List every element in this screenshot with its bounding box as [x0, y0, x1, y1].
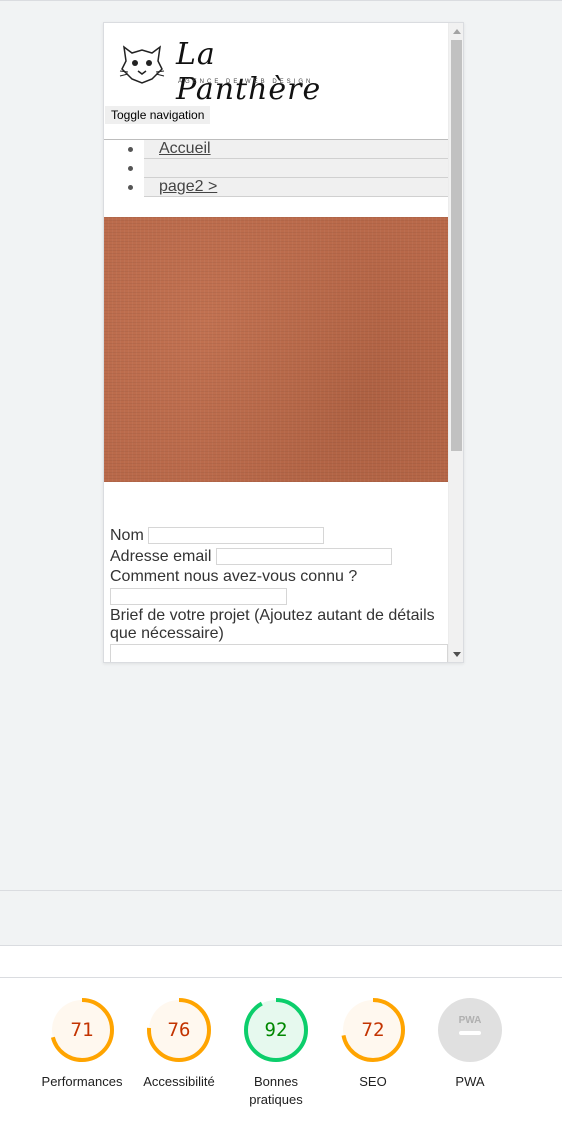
report-divider [0, 977, 562, 978]
site-logo[interactable]: La Panthère AGENCE DE WEB DESIGN [118, 37, 348, 107]
svg-text:PWA: PWA [459, 1015, 482, 1026]
devtools-toolbar [0, 890, 562, 919]
score-value: 72 [361, 1019, 385, 1041]
name-field[interactable] [148, 527, 324, 544]
panther-logo-icon [119, 45, 165, 84]
brief-label-line2: que nécessaire) [110, 625, 224, 642]
score-gauge-performances[interactable]: 71 Performances [32, 997, 132, 1091]
email-label: Adresse email [110, 548, 212, 565]
menu-item-empty [104, 159, 448, 178]
source-label: Comment nous avez-vous connu ? [110, 568, 358, 585]
score-value: 71 [70, 1019, 94, 1041]
preview-viewport[interactable]: La Panthère AGENCE DE WEB DESIGN Toggle … [104, 23, 448, 662]
score-gauge-bonnes-pratiques[interactable]: 92 Bonnes pratiques [226, 997, 326, 1109]
menu-link-box[interactable]: Accueil [144, 140, 448, 159]
menu-link-page2[interactable]: page2 > [159, 178, 217, 196]
toggle-navigation-button[interactable]: Toggle navigation [105, 106, 211, 124]
site-tagline: AGENCE DE WEB DESIGN [178, 79, 314, 85]
score-gauge-seo[interactable]: 72 SEO [323, 997, 423, 1091]
scroll-down-icon[interactable] [453, 652, 461, 657]
score-label-line1: Bonnes [253, 1074, 299, 1089]
menu-item-page2: page2 > [104, 178, 448, 197]
score-label: Performances [41, 1074, 123, 1089]
mobile-preview-frame: La Panthère AGENCE DE WEB DESIGN Toggle … [103, 22, 464, 663]
email-field[interactable] [216, 548, 392, 565]
score-value: 92 [264, 1019, 288, 1041]
nav-menu: Accueil page2 > [104, 139, 448, 198]
score-value: 76 [167, 1019, 191, 1041]
menu-item-accueil: Accueil [104, 140, 448, 159]
menu-link-box[interactable] [144, 159, 448, 178]
source-field[interactable] [110, 588, 287, 605]
top-divider [0, 0, 562, 1]
lighthouse-report: 71 Performances 76 Accessibilité 92 Bonn… [0, 946, 562, 1130]
brief-label-line1: Brief de votre projet (Ajoutez autant de… [110, 607, 435, 624]
score-label-line2: pratiques [249, 1092, 303, 1107]
score-label: SEO [359, 1074, 387, 1089]
bullet-icon [128, 166, 133, 171]
menu-link-box[interactable]: page2 > [144, 178, 448, 197]
hero-texture-image [104, 217, 448, 482]
brief-textarea[interactable] [110, 644, 448, 662]
site-brand: La Panthère [176, 37, 322, 107]
score-label: Accessibilité [143, 1074, 215, 1089]
menu-link-accueil[interactable]: Accueil [159, 140, 211, 158]
devtools-subtoolbar [0, 918, 562, 946]
score-gauge-accessibilite[interactable]: 76 Accessibilité [129, 997, 229, 1091]
bullet-icon [128, 185, 133, 190]
score-label: Bonnes pratiques [226, 1073, 326, 1109]
scroll-thumb[interactable] [451, 40, 462, 451]
score-label: PWA [455, 1074, 485, 1089]
pwa-badge-icon: PWA [438, 998, 502, 1062]
bullet-icon [128, 147, 133, 152]
name-label: Nom [110, 527, 144, 544]
scrollbar[interactable] [448, 23, 463, 662]
score-gauge-pwa[interactable]: PWA PWA [420, 997, 520, 1091]
scroll-up-icon[interactable] [453, 29, 461, 34]
